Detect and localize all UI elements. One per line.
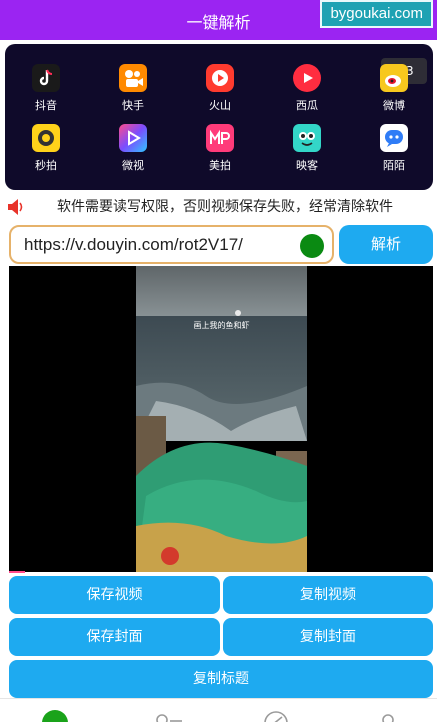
app-screen: { "header": {"title": "一键解析"}, "watermar… — [0, 0, 437, 722]
app-label: 快手 — [122, 99, 144, 112]
url-input-value[interactable]: https://v.douyin.com/rot2V17/ — [24, 235, 243, 255]
app-kuaishou[interactable]: 快手 — [101, 64, 165, 124]
app-label: 抖音 — [35, 99, 57, 112]
app-label: 微视 — [122, 159, 144, 172]
app-label: 微博 — [383, 99, 405, 112]
platform-grid: 1/3 抖音 快手 火山 西瓜 — [5, 44, 433, 190]
speaker-icon — [6, 197, 26, 217]
app-meipai[interactable]: 美拍 — [188, 124, 252, 184]
meipai-icon — [206, 124, 234, 152]
huoshan-icon — [206, 64, 234, 92]
app-label: 秒拍 — [35, 159, 57, 172]
profile-tab-icon — [382, 714, 394, 722]
xigua-icon — [293, 64, 321, 92]
app-huoshan[interactable]: 火山 — [188, 64, 252, 124]
weibo-icon — [380, 64, 408, 92]
parse-button[interactable]: 解析 — [339, 225, 433, 264]
kuaishou-icon — [119, 64, 147, 92]
video-frame: 画上我的鱼和虾 — [136, 266, 307, 572]
copy-title-button[interactable]: 复制标题 — [9, 660, 433, 698]
app-label: 美拍 — [209, 159, 231, 172]
url-input[interactable]: https://v.douyin.com/rot2V17/ — [9, 225, 334, 264]
copy-video-button[interactable]: 复制视频 — [223, 576, 433, 614]
app-douyin[interactable]: 抖音 — [14, 64, 78, 124]
tab-icons — [42, 710, 394, 722]
save-cover-button[interactable]: 保存封面 — [9, 618, 220, 656]
user-tab-icon — [156, 714, 168, 722]
compass-tab-icon — [264, 711, 288, 722]
save-video-button[interactable]: 保存视频 — [9, 576, 220, 614]
bottom-tab-bar — [0, 698, 437, 722]
video-caption: 画上我的鱼和虾 — [193, 321, 250, 330]
copy-cover-button[interactable]: 复制封面 — [223, 618, 433, 656]
weishi-icon — [119, 124, 147, 152]
video-preview-image — [136, 266, 307, 572]
app-label: 西瓜 — [296, 99, 318, 112]
app-weishi[interactable]: 微视 — [101, 124, 165, 184]
notice-bar: 软件需要读写权限，否则视频保存失败，经常清除软件 — [0, 192, 437, 220]
app-yingke[interactable]: 映客 — [275, 124, 339, 184]
douyin-icon — [32, 64, 60, 92]
video-player[interactable]: 画上我的鱼和虾 — [9, 266, 433, 572]
progress-bar — [9, 571, 25, 573]
notice-text: 软件需要读写权限，否则视频保存失败，经常清除软件 — [57, 199, 393, 215]
app-miaopai[interactable]: 秒拍 — [14, 124, 78, 184]
app-label: 陌陌 — [383, 159, 405, 172]
app-label: 映客 — [296, 159, 318, 172]
status-dot-icon — [300, 234, 324, 258]
home-tab-icon — [42, 710, 68, 722]
app-weibo[interactable]: 微博 — [362, 64, 426, 124]
watermark-badge: bygoukai.com — [320, 0, 433, 28]
momo-icon — [380, 124, 408, 152]
miaopai-icon — [32, 124, 60, 152]
yingke-icon — [293, 124, 321, 152]
app-xigua[interactable]: 西瓜 — [275, 64, 339, 124]
app-label: 火山 — [209, 99, 231, 112]
app-momo[interactable]: 陌陌 — [362, 124, 426, 184]
